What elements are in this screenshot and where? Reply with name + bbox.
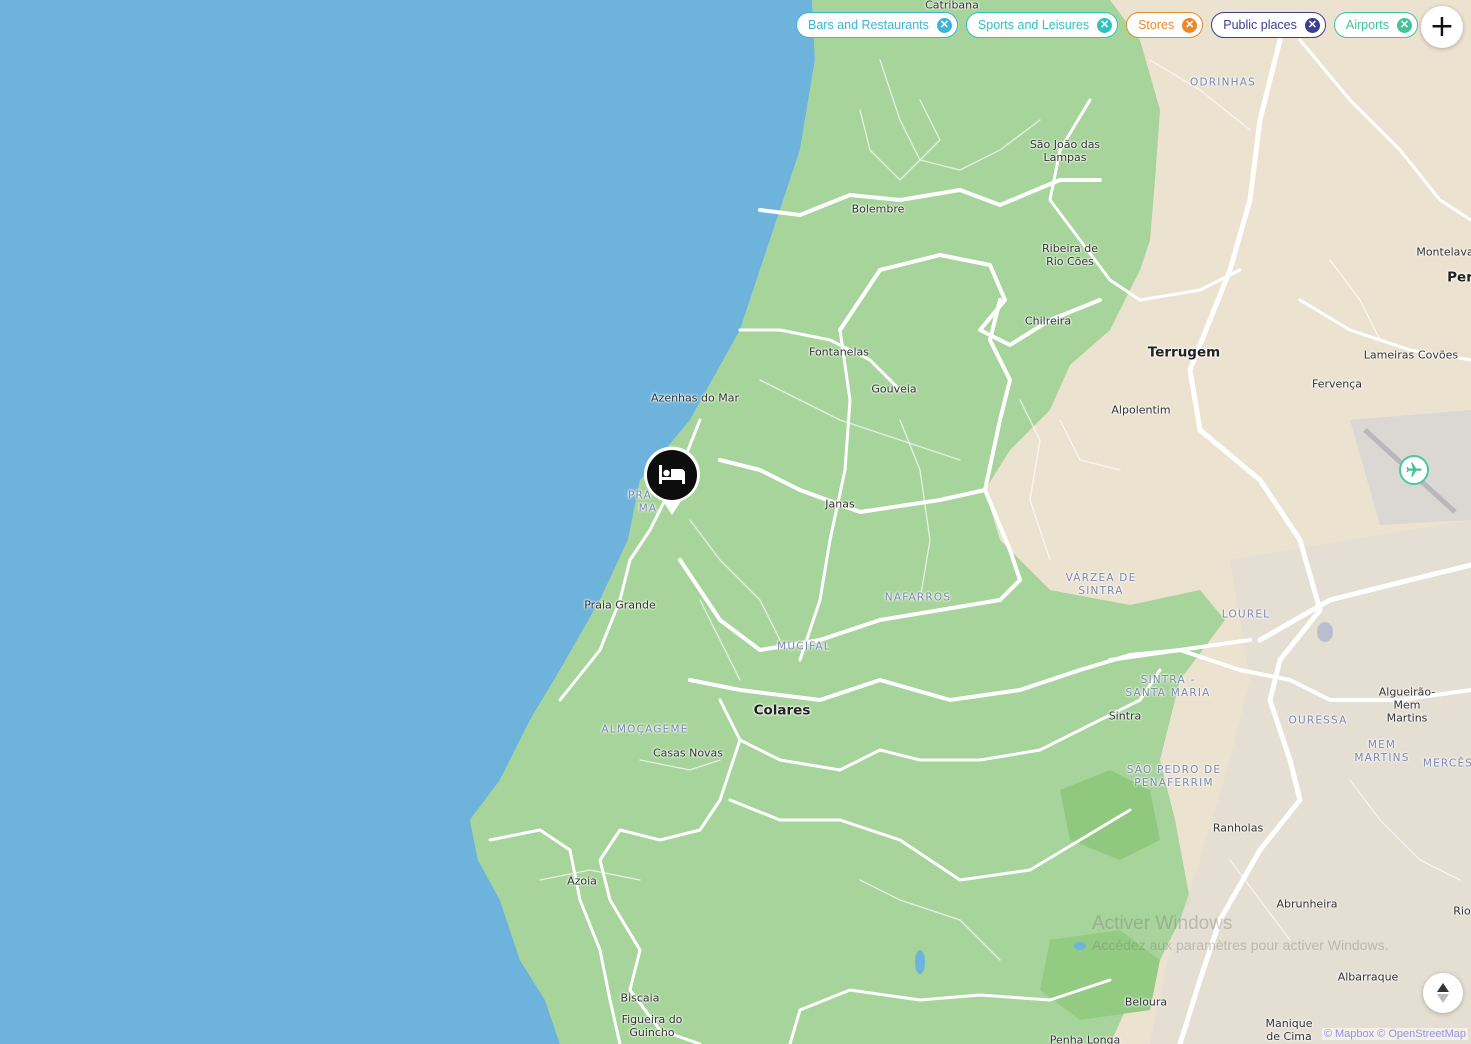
filter-chip-sports-and-leisures[interactable]: Sports and Leisures ✕ xyxy=(965,12,1119,38)
map-canvas[interactable]: Catribana ODRINHAS São João das Lampas B… xyxy=(0,0,1471,1044)
close-icon[interactable]: ✕ xyxy=(1304,17,1320,33)
chip-label: Airports xyxy=(1345,18,1389,32)
compass-button[interactable] xyxy=(1423,973,1463,1013)
map-tiles[interactable] xyxy=(0,0,1471,1044)
map-attribution[interactable]: © Mapbox © OpenStreetMap xyxy=(1321,1028,1468,1040)
chip-label: Public places xyxy=(1223,18,1297,32)
airplane-icon[interactable] xyxy=(1399,455,1429,485)
airplane-icon-glyph xyxy=(1406,462,1422,477)
close-icon[interactable]: ✕ xyxy=(936,17,952,33)
compass-north-icon xyxy=(1437,983,1449,1003)
close-icon[interactable]: ✕ xyxy=(1182,17,1198,33)
close-icon[interactable]: ✕ xyxy=(1097,17,1113,33)
filter-chips: Bars and Restaurants ✕ Sports and Leisur… xyxy=(796,12,1418,38)
filter-chip-airports[interactable]: Airports ✕ xyxy=(1333,12,1418,38)
chip-label: Stores xyxy=(1138,18,1175,32)
filter-chip-stores[interactable]: Stores ✕ xyxy=(1126,12,1204,38)
add-filter-button[interactable]: + xyxy=(1421,6,1463,48)
lake xyxy=(1074,942,1086,950)
lake xyxy=(1317,622,1333,642)
plus-icon: + xyxy=(1429,9,1455,44)
hotel-marker[interactable] xyxy=(643,446,701,516)
chip-label: Bars and Restaurants xyxy=(808,18,929,32)
filter-chip-bars-and-restaurants[interactable]: Bars and Restaurants ✕ xyxy=(796,12,958,38)
chip-label: Sports and Leisures xyxy=(977,18,1090,32)
lake xyxy=(915,950,925,974)
filter-chip-public-places[interactable]: Public places ✕ xyxy=(1211,12,1326,38)
close-icon[interactable]: ✕ xyxy=(1396,17,1412,33)
